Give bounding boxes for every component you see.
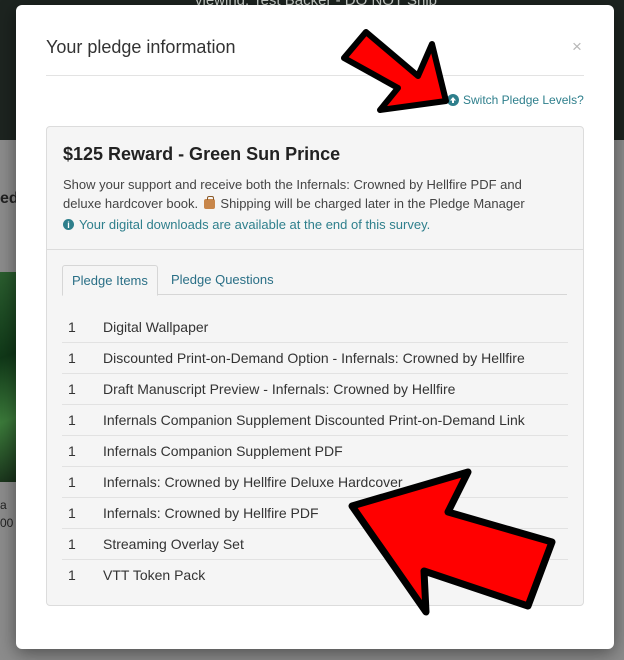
red-arrow-icon: [348, 468, 556, 616]
tab-pledge-items[interactable]: Pledge Items: [62, 265, 158, 296]
annotation-arrows: [341, 29, 556, 616]
red-arrow-icon: [341, 29, 449, 113]
